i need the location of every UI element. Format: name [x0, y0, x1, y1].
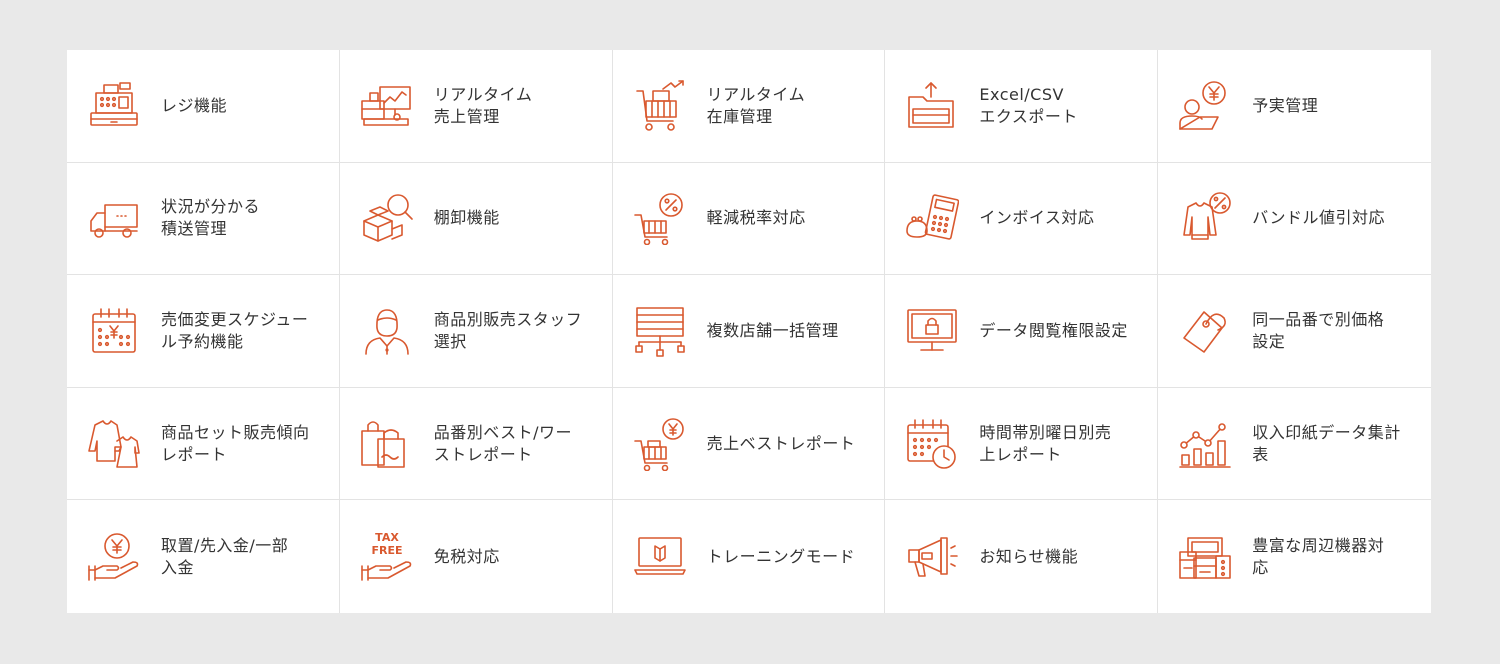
delivery-truck-icon: [87, 191, 141, 245]
feature-best-sales-report[interactable]: 売上ベストレポート: [612, 387, 886, 501]
feature-tax-free[interactable]: TAX FREE 免税対応: [340, 500, 613, 613]
feature-label: Excel/CSV エクスポート: [979, 84, 1078, 126]
budget-yen-person-icon: [1178, 79, 1232, 133]
multi-store-network-icon: [633, 304, 687, 358]
tax-free-hand-icon: TAX FREE: [360, 530, 414, 584]
deposit-yen-hand-icon: [87, 530, 141, 584]
feature-notifications[interactable]: お知らせ機能: [885, 500, 1159, 613]
data-access-lock-monitor-icon: [905, 304, 959, 358]
product-set-clothes-icon: [87, 417, 141, 471]
feature-label: バンドル値引対応: [1252, 208, 1385, 228]
feature-label: 品番別ベスト/ワー ストレポート: [433, 422, 573, 464]
feature-label: トレーニングモード: [706, 546, 856, 566]
time-day-calendar-clock-icon: [905, 417, 959, 471]
feature-label: 免税対応: [433, 546, 500, 566]
price-tag-icon: [1178, 304, 1232, 358]
tax-cart-percent-icon: [633, 191, 687, 246]
cash-register-icon: [87, 79, 141, 133]
feature-label: 商品セット販売傾向 レポート: [161, 422, 310, 464]
feature-data-access[interactable]: データ閲覧権限設定: [885, 275, 1159, 388]
feature-label: 予実管理: [1252, 95, 1319, 115]
feature-shipment-tracking[interactable]: 状況が分かる 積送管理: [67, 162, 340, 276]
feature-label: 状況が分かる 積送管理: [161, 197, 261, 239]
realtime-sales-monitor-icon: [360, 79, 414, 133]
feature-label: インボイス対応: [979, 208, 1095, 228]
feature-time-day-report[interactable]: 時間帯別曜日別売 上レポート: [885, 387, 1159, 501]
tax-free-icon-line2: FREE: [371, 544, 402, 557]
folder-export-icon: [905, 79, 959, 133]
scheduled-price-calendar-icon: [87, 304, 141, 358]
feature-stocktaking[interactable]: 棚卸機能: [339, 162, 613, 276]
feature-label: 収入印紙データ集計 表: [1252, 422, 1401, 464]
invoice-calculator-icon: [905, 191, 960, 245]
feature-peripherals[interactable]: 豊富な周辺機器対 応: [1158, 500, 1431, 613]
feature-label: 売価変更スケジュー ル予約機能: [161, 309, 309, 351]
feature-multi-store[interactable]: 複数店舗一括管理: [612, 275, 886, 388]
feature-label: 取置/先入金/一部 入金: [161, 535, 289, 577]
feature-label: 軽減税率対応: [706, 208, 806, 228]
feature-label: 同一品番で別価格 設定: [1252, 309, 1385, 351]
feature-label: リアルタイム 在庫管理: [706, 84, 806, 126]
best-worst-bags-icon: [360, 417, 414, 471]
feature-budget-actual[interactable]: 予実管理: [1158, 50, 1431, 163]
feature-label: 複数店舗一括管理: [706, 320, 839, 340]
training-laptop-icon: [633, 530, 687, 584]
feature-label: 売上ベストレポート: [706, 433, 856, 453]
feature-label: 時間帯別曜日別売 上レポート: [979, 422, 1112, 464]
feature-deposit[interactable]: 取置/先入金/一部 入金: [67, 500, 340, 613]
feature-label: 棚卸機能: [433, 208, 500, 228]
feature-label: 商品別販売スタッフ 選択: [433, 309, 583, 351]
feature-set-sales-report[interactable]: 商品セット販売傾向 レポート: [67, 387, 340, 501]
feature-label: 豊富な周辺機器対 応: [1252, 535, 1385, 577]
peripheral-devices-icon: [1178, 530, 1232, 584]
tax-free-icon-line1: TAX: [375, 531, 399, 544]
feature-price-change-schedule[interactable]: 売価変更スケジュー ル予約機能: [67, 275, 340, 388]
feature-label: リアルタイム 売上管理: [433, 84, 533, 126]
feature-excel-csv-export[interactable]: Excel/CSV エクスポート: [885, 50, 1159, 163]
inventory-cart-icon: [633, 79, 687, 133]
feature-grid: レジ機能 リアルタイム 売上管理 リアルタイム 在庫管理 Excel/CSV エ…: [67, 50, 1431, 613]
best-sales-cart-yen-icon: [633, 417, 687, 471]
feature-revenue-stamp-report[interactable]: 収入印紙データ集計 表: [1158, 388, 1431, 501]
feature-cash-register[interactable]: レジ機能: [67, 50, 340, 163]
sales-staff-icon: [360, 304, 414, 358]
revenue-stamp-chart-icon: [1178, 417, 1232, 471]
feature-reduced-tax-rate[interactable]: 軽減税率対応: [612, 162, 886, 276]
feature-invoice[interactable]: インボイス対応: [885, 162, 1159, 276]
feature-sales-staff[interactable]: 商品別販売スタッフ 選択: [339, 275, 613, 388]
stocktake-magnifier-icon: [360, 191, 414, 245]
feature-label: レジ機能: [161, 95, 228, 115]
feature-training-mode[interactable]: トレーニングモード: [613, 500, 886, 613]
feature-label: データ閲覧権限設定: [979, 320, 1128, 340]
feature-realtime-sales[interactable]: リアルタイム 売上管理: [339, 50, 613, 163]
announcement-megaphone-icon: [905, 530, 959, 584]
feature-label: お知らせ機能: [979, 546, 1079, 566]
feature-realtime-inventory[interactable]: リアルタイム 在庫管理: [612, 50, 886, 163]
bundle-discount-sweater-icon: [1178, 191, 1232, 245]
feature-bundle-discount[interactable]: バンドル値引対応: [1158, 163, 1431, 276]
feature-best-worst-report[interactable]: 品番別ベスト/ワー ストレポート: [339, 387, 613, 501]
feature-variable-price[interactable]: 同一品番で別価格 設定: [1158, 275, 1431, 388]
